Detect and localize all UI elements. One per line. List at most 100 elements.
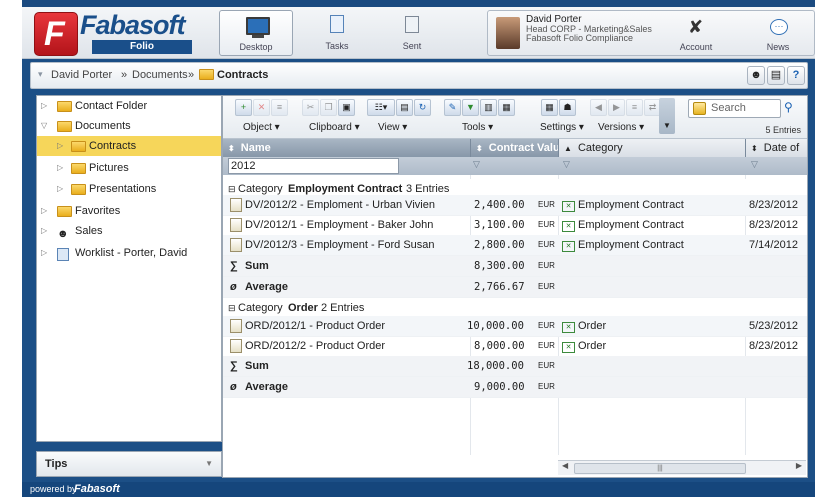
average-row: ø Average 9,000.00 EUR <box>223 377 807 398</box>
settings-icon[interactable]: ▦ <box>541 99 558 116</box>
view-menu[interactable]: View ▾ <box>378 122 407 133</box>
new-icon[interactable]: + <box>235 99 252 116</box>
cut-icon[interactable]: ✂ <box>302 99 319 116</box>
view-mode-icon[interactable]: ☷▾ <box>367 99 395 116</box>
average-label: Average <box>245 381 289 393</box>
breadcrumb-item-documents[interactable]: Documents <box>132 69 188 81</box>
breadcrumb-item-user[interactable]: David Porter <box>51 69 112 81</box>
expand-icon[interactable]: ▷ <box>57 136 63 156</box>
scroll-right-icon[interactable]: ▶ <box>796 461 802 470</box>
contact-folder-icon <box>57 101 72 112</box>
row-value: 2,800.00 <box>474 239 525 251</box>
expand-icon[interactable]: ▷ <box>57 158 63 178</box>
row-value: 8,000.00 <box>474 340 525 352</box>
copy-icon[interactable]: ❐ <box>320 99 337 116</box>
search-scope-icon[interactable] <box>693 102 706 115</box>
version-forward-icon[interactable]: ▶ <box>608 99 625 116</box>
filter-funnel-icon[interactable]: ▽ <box>473 159 480 170</box>
average-label: Average <box>245 281 289 293</box>
tree-item-label: Pictures <box>89 162 129 174</box>
version-back-icon[interactable]: ◀ <box>590 99 607 116</box>
column-header-date[interactable]: ⬍ Date of <box>746 139 807 157</box>
export-icon[interactable]: ▦ <box>498 99 515 116</box>
settings-menu[interactable]: Settings ▾ <box>540 122 584 133</box>
scroll-left-icon[interactable]: ◀ <box>562 461 568 470</box>
version-list-icon[interactable]: ≡ <box>626 99 643 116</box>
group-collapse-icon[interactable]: ⊟ <box>228 298 236 318</box>
help-icon[interactable]: ? <box>787 66 805 85</box>
table-row[interactable]: DV/2012/2 - Emploment - Urban Vivien 2,4… <box>223 195 807 216</box>
row-category-label: Order <box>578 340 607 352</box>
column-header-category[interactable]: ▲ Category <box>559 139 746 157</box>
delete-icon[interactable]: ✕ <box>253 99 270 116</box>
expand-icon[interactable]: ▷ <box>41 96 47 116</box>
tree-item-sales[interactable]: ▷ ☻ Sales <box>37 221 221 241</box>
collapse-icon[interactable]: ▽ <box>41 116 47 136</box>
tree-item-pictures[interactable]: ▷ Pictures <box>37 158 221 178</box>
expand-icon[interactable]: ▷ <box>41 243 47 263</box>
print-icon[interactable]: ▤ <box>767 66 785 85</box>
filter-funnel-icon[interactable]: ▽ <box>751 159 758 170</box>
sum-icon: ∑ <box>230 360 238 372</box>
fabasoft-logo[interactable]: F Fabasoft Folio <box>34 10 204 56</box>
nav-desktop-button[interactable]: Desktop <box>219 10 293 56</box>
table-row[interactable]: ORD/2012/1 - Product Order 10,000.00 EUR… <box>223 316 807 337</box>
tips-panel[interactable]: Tips ▼ <box>36 451 222 477</box>
column-icon[interactable]: ▥ <box>480 99 497 116</box>
clipboard-button-group: ✂ ❐ ▣ <box>302 99 356 117</box>
table-row[interactable]: DV/2012/1 - Employment - Baker John 3,10… <box>223 215 807 236</box>
name-filter-input[interactable]: 2012 <box>228 158 399 174</box>
versions-menu[interactable]: Versions ▾ <box>598 122 644 133</box>
expand-icon[interactable]: ▷ <box>41 221 47 241</box>
column-header-name[interactable]: ⬍ Name <box>223 139 471 157</box>
sort-ascending-icon: ▲ <box>564 144 572 153</box>
search-go-icon[interactable]: ⚲ <box>784 100 793 114</box>
tree-item-favorites[interactable]: ▷ Favorites <box>37 201 221 221</box>
nav-sent-button[interactable]: Sent <box>384 10 440 54</box>
paste-icon[interactable]: ▣ <box>338 99 355 116</box>
tree-item-label: Worklist - Porter, David <box>75 247 188 259</box>
column-header-value-label: Contract Value <box>488 142 559 154</box>
search-input[interactable]: Search <box>711 102 746 114</box>
row-name: ORD/2012/1 - Product Order <box>245 320 386 332</box>
filter-funnel-icon[interactable]: ▽ <box>563 159 570 170</box>
tree-item-presentations[interactable]: ▷ Presentations <box>37 179 221 199</box>
expand-icon[interactable]: ▷ <box>41 201 47 221</box>
toolbar-overflow-chevron-icon[interactable]: ▼ <box>659 98 675 134</box>
tools-menu[interactable]: Tools ▾ <box>462 122 493 133</box>
expand-icon[interactable]: ▷ <box>57 179 63 199</box>
details-icon[interactable]: ▤ <box>396 99 413 116</box>
horizontal-scrollbar[interactable]: ◀ ||| ▶ <box>558 460 806 475</box>
average-icon: ø <box>230 281 237 293</box>
permissions-icon[interactable]: ☗ <box>559 99 576 116</box>
table-row[interactable]: DV/2012/3 - Employment - Ford Susan 2,80… <box>223 235 807 256</box>
tree-item-documents[interactable]: ▽ Documents <box>37 116 221 136</box>
filter-icon[interactable]: ▼ <box>462 99 479 116</box>
breadcrumb-dropdown-icon[interactable]: ▾ <box>38 69 43 80</box>
users-icon[interactable]: ☻ <box>747 66 765 85</box>
refresh-icon[interactable]: ↻ <box>414 99 431 116</box>
nav-news-button[interactable]: ··· News <box>750 11 806 55</box>
breadcrumb-folder-icon <box>199 69 214 82</box>
breadcrumb-item-contracts[interactable]: Contracts <box>217 69 268 81</box>
wrench-icon[interactable]: ✎ <box>444 99 461 116</box>
versions-button-group: ◀ ▶ ≡ ⇄ <box>590 99 662 117</box>
tree-item-contracts[interactable]: ▷ Contracts <box>37 136 221 156</box>
table-row[interactable]: ORD/2012/2 - Product Order 8,000.00 EUR … <box>223 336 807 357</box>
average-currency: EUR <box>538 282 555 291</box>
clipboard-menu[interactable]: Clipboard ▾ <box>309 122 360 133</box>
toolbar: + ✕ ≡ Object ▾ ✂ ❐ ▣ Clipboard ▾ ☷▾ ▤ ↻ View ▾… <box>223 96 807 139</box>
tree-item-worklist[interactable]: ▷ Worklist - Porter, David <box>37 243 221 263</box>
scroll-thumb[interactable]: ||| <box>574 463 746 474</box>
object-menu[interactable]: Object ▾ <box>243 122 280 133</box>
object-list: + ✕ ≡ Object ▾ ✂ ❐ ▣ Clipboard ▾ ☷▾ ▤ ↻ View ▾… <box>222 95 808 478</box>
sort-icon: ⬍ <box>476 144 483 153</box>
nav-tasks-button[interactable]: Tasks <box>309 10 365 54</box>
avatar[interactable] <box>496 17 520 49</box>
tree-item-contact-folder[interactable]: ▷ Contact Folder <box>37 96 221 116</box>
properties-icon[interactable]: ≡ <box>271 99 288 116</box>
folder-icon <box>71 141 86 152</box>
nav-account-button[interactable]: ✘ Account <box>664 11 728 55</box>
average-row: ø Average 2,766.67 EUR <box>223 277 807 298</box>
column-header-value[interactable]: ⬍ Contract Value <box>471 139 559 157</box>
